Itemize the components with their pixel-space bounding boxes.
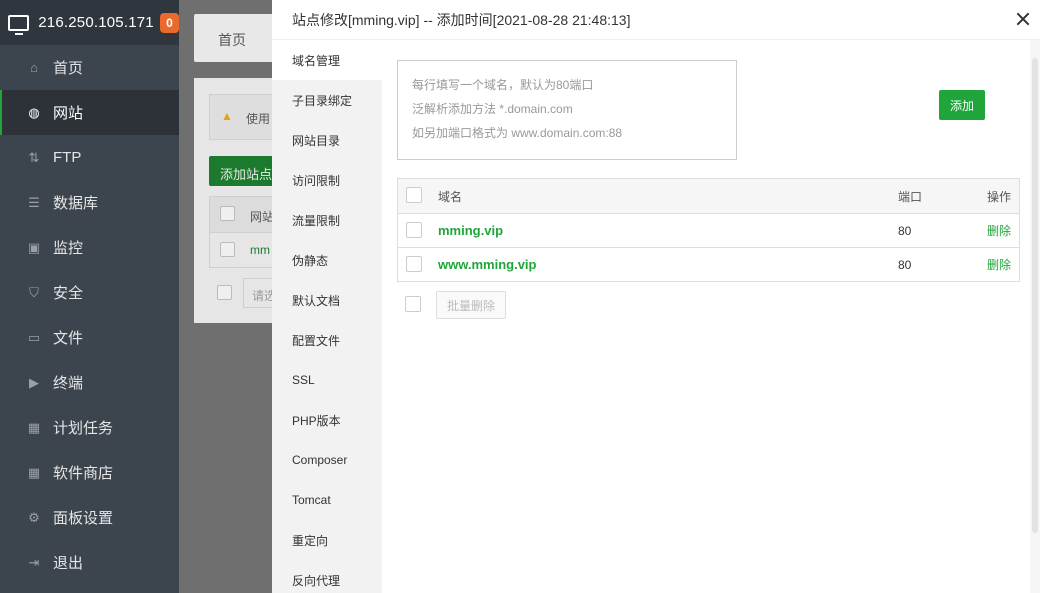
apps-icon: ▦: [27, 464, 41, 480]
database-icon: ☰: [28, 194, 40, 210]
row-checkbox[interactable]: [406, 256, 422, 272]
add-site-button[interactable]: 添加站点: [209, 156, 279, 186]
delete-link[interactable]: 删除: [987, 256, 1011, 273]
tab-11[interactable]: Tomcat: [272, 480, 382, 520]
gear-icon: ⚙: [28, 509, 40, 525]
domain-link[interactable]: mming.vip: [438, 223, 503, 238]
site-edit-modal: 站点修改[mming.vip] -- 添加时间[2021-08-28 21:48…: [272, 0, 1040, 593]
checkbox[interactable]: [217, 285, 232, 300]
sidebar-item-4[interactable]: ▣ 监控: [0, 225, 179, 270]
sidebar-item-9[interactable]: ▦ 软件商店: [0, 450, 179, 495]
server-ip: 216.250.105.171: [38, 14, 154, 31]
tab-12[interactable]: 重定向: [272, 520, 382, 560]
sidebar-item-label: 网站: [53, 105, 84, 122]
sidebar-item-6[interactable]: ▭ 文件: [0, 315, 179, 360]
textarea-placeholder-line: 每行填写一个域名，默认为80端口: [412, 78, 594, 92]
tab-8[interactable]: SSL: [272, 360, 382, 400]
sidebar-item-label: 安全: [53, 285, 84, 302]
checkbox[interactable]: [220, 242, 235, 257]
col-domain: 域名: [438, 189, 463, 204]
home-icon: ⌂: [30, 60, 38, 75]
table-row: www.mming.vip 80 删除: [398, 247, 1019, 281]
sidebar-item-1[interactable]: ◍ 网站: [0, 90, 179, 135]
checkbox[interactable]: [220, 206, 235, 221]
port-value: 80: [898, 223, 912, 238]
tab-6[interactable]: 默认文档: [272, 280, 382, 320]
sidebar-item-label: 首页: [53, 60, 84, 77]
modal-title: 站点修改[mming.vip] -- 添加时间[2021-08-28 21:48…: [272, 0, 1040, 40]
tab-10[interactable]: Composer: [272, 440, 382, 480]
sidebar-item-label: 数据库: [53, 195, 99, 212]
sidebar-item-label: 退出: [53, 555, 84, 572]
sidebar-item-11[interactable]: ⇥ 退出: [0, 540, 179, 585]
ftp-icon: ⇅: [28, 149, 40, 165]
tab-0[interactable]: 域名管理: [272, 40, 382, 80]
bulk-checkbox[interactable]: [405, 296, 421, 312]
tab-2[interactable]: 网站目录: [272, 120, 382, 160]
table-row: mming.vip 80 删除: [398, 213, 1019, 247]
tab-13[interactable]: 反向代理: [272, 560, 382, 593]
folder-icon: ▭: [27, 329, 41, 345]
sidebar-item-label: 计划任务: [53, 420, 114, 437]
sidebar-item-label: 面板设置: [53, 510, 114, 527]
sidebar-item-label: FTP: [53, 149, 82, 166]
monitor-icon: [8, 14, 30, 35]
logout-icon: ⇥: [28, 554, 40, 570]
breadcrumb-home[interactable]: 首页: [218, 30, 246, 50]
calendar-icon: ▦: [27, 419, 41, 435]
domain-textarea[interactable]: 每行填写一个域名，默认为80端口 泛解析添加方法 *.domain.com 如另…: [397, 60, 737, 160]
sidebar-item-label: 终端: [53, 375, 84, 392]
tab-7[interactable]: 配置文件: [272, 320, 382, 360]
sidebar-item-7[interactable]: ▶ 终端: [0, 360, 179, 405]
scrollbar[interactable]: [1030, 40, 1040, 593]
sidebar-item-label: 监控: [53, 240, 84, 257]
port-value: 80: [898, 257, 912, 272]
close-icon[interactable]: [1014, 10, 1032, 28]
tab-3[interactable]: 访问限制: [272, 160, 382, 200]
select-all-checkbox[interactable]: [406, 187, 422, 203]
notification-badge[interactable]: 0: [159, 12, 179, 33]
row-checkbox[interactable]: [406, 222, 422, 238]
sidebar: 216.250.105.171 0 ⌂ 首页 ◍ 网站 ⇅ FTP ☰ 数据库 ▣ 监控 ⛉ 安全 ▭ 文…: [0, 0, 179, 593]
globe-icon: ◍: [28, 104, 40, 120]
sidebar-item-0[interactable]: ⌂ 首页: [0, 45, 179, 90]
sidebar-item-10[interactable]: ⚙ 面板设置: [0, 495, 179, 540]
modal-tabs: 域名管理 子目录绑定 网站目录 访问限制 流量限制 伪静态 默认文档 配置文件 SSL PHP版本…: [272, 40, 382, 593]
col-port: 端口: [898, 189, 923, 204]
domain-table-header: 域名 端口 操作: [398, 179, 1019, 213]
sidebar-item-label: 文件: [53, 330, 84, 347]
textarea-placeholder-line: 泛解析添加方法 *.domain.com: [412, 102, 573, 116]
textarea-placeholder-line: 如另加端口格式为 www.domain.com:88: [412, 126, 623, 140]
sidebar-item-5[interactable]: ⛉ 安全: [0, 270, 179, 315]
bulk-delete-button[interactable]: 批量删除: [436, 291, 506, 319]
col-action: 操作: [986, 189, 1011, 204]
sidebar-item-2[interactable]: ⇅ FTP: [0, 135, 179, 180]
sidebar-item-label: 软件商店: [53, 465, 114, 482]
terminal-icon: ▶: [29, 374, 39, 390]
server-header: 216.250.105.171 0: [0, 0, 179, 45]
shield-icon: ⛉: [29, 284, 39, 300]
modal-title-text: 站点修改[mming.vip] -- 添加时间[2021-08-28 21:48…: [292, 11, 631, 28]
sidebar-item-3[interactable]: ☰ 数据库: [0, 180, 179, 225]
scrollbar-thumb[interactable]: [1032, 58, 1038, 533]
add-domain-button[interactable]: 添加: [939, 90, 985, 120]
monitor-icon: ▣: [27, 239, 41, 255]
sidebar-item-8[interactable]: ▦ 计划任务: [0, 405, 179, 450]
domain-link[interactable]: www.mming.vip: [438, 257, 536, 272]
tab-5[interactable]: 伪静态: [272, 240, 382, 280]
domain-table: 域名 端口 操作 mming.vip 80 删除 www.mming.vip 80 删除: [397, 178, 1020, 282]
delete-link[interactable]: 删除: [987, 222, 1011, 239]
tab-1[interactable]: 子目录绑定: [272, 80, 382, 120]
tab-9[interactable]: PHP版本: [272, 400, 382, 440]
domain-management-panel: 每行填写一个域名，默认为80端口 泛解析添加方法 *.domain.com 如另…: [382, 40, 1030, 593]
tab-4[interactable]: 流量限制: [272, 200, 382, 240]
